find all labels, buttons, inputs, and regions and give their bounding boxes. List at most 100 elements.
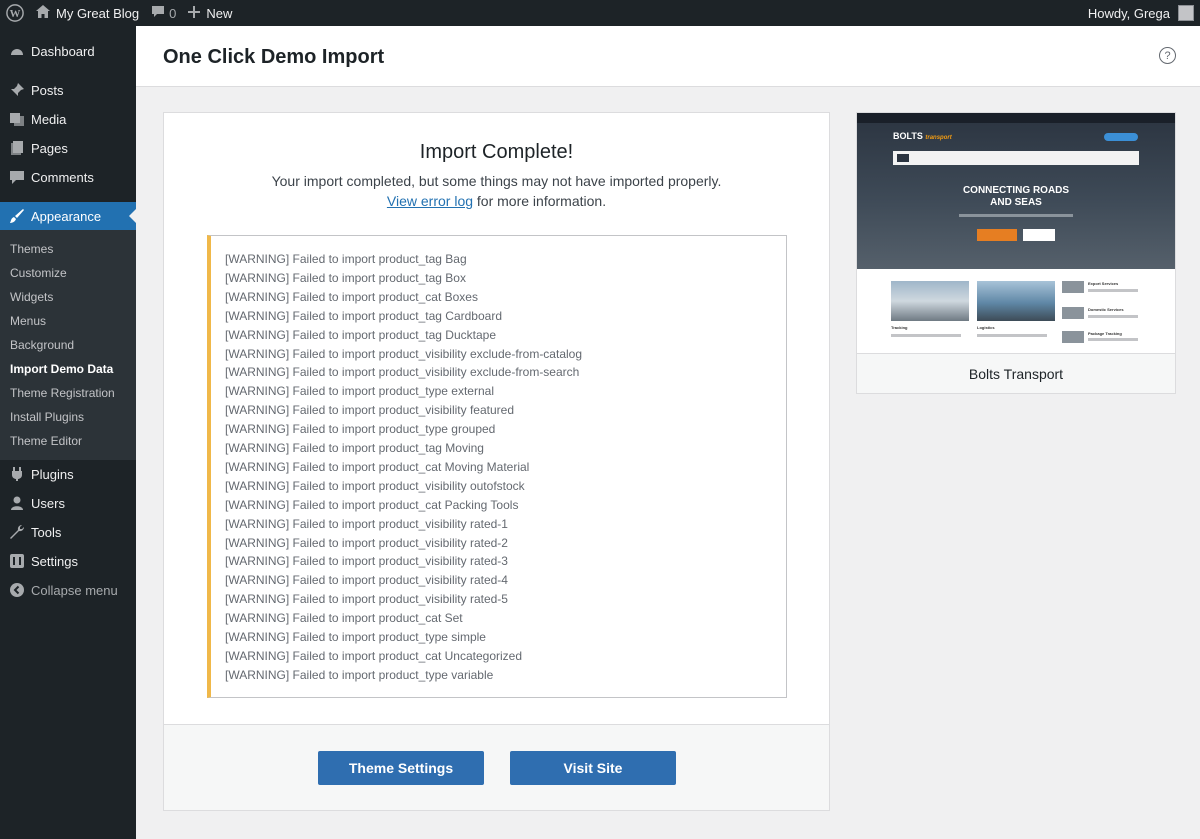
menu-item-label: Media <box>31 111 67 127</box>
log-line: [WARNING] Failed to import product_tag B… <box>225 270 466 285</box>
menu-item-label: Pages <box>31 140 68 156</box>
log-line: [WARNING] Failed to import product_visib… <box>225 592 508 607</box>
preview-service-tracking: Package Tracking <box>1088 331 1122 336</box>
my-account-link[interactable]: Howdy, Grega <box>1082 0 1200 26</box>
page-title: One Click Demo Import <box>163 46 385 68</box>
user-icon <box>9 495 25 511</box>
wordpress-logo-icon[interactable]: W <box>0 0 30 26</box>
error-log-suffix: for more information. <box>473 193 607 209</box>
log-line: [WARNING] Failed to import product_visib… <box>225 573 508 588</box>
theme-name: Bolts Transport <box>857 353 1175 393</box>
preview-topbar <box>857 113 1175 123</box>
submenu-item-import-demo-data[interactable]: Import Demo Data <box>10 362 113 376</box>
error-log-line: View error log for more information. <box>164 193 829 209</box>
submenu-item-theme-editor[interactable]: Theme Editor <box>10 434 82 448</box>
plugin-icon <box>9 466 25 482</box>
preview-text-line <box>977 334 1047 337</box>
preview-caption-logistics: Logistics <box>977 325 995 330</box>
log-line: [WARNING] Failed to import product_cat S… <box>225 611 463 626</box>
menu-item-appearance[interactable]: Appearance <box>0 202 136 230</box>
log-line: [WARNING] Failed to import product_tag B… <box>225 252 467 266</box>
menu-item-media[interactable]: Media <box>0 105 136 133</box>
menu-item-label: Posts <box>31 82 64 98</box>
menu-item-dashboard[interactable]: Dashboard <box>0 37 136 65</box>
settings-icon <box>9 553 25 569</box>
preview-text-line <box>1088 315 1138 318</box>
log-line: [WARNING] Failed to import product_tag C… <box>225 308 503 323</box>
card-footer: Theme Settings Visit Site <box>164 724 829 810</box>
preview-headline-line1: CONNECTING ROADS <box>962 185 1070 196</box>
submenu-item-customize[interactable]: Customize <box>10 266 67 280</box>
menu-item-settings[interactable]: Settings <box>0 547 136 575</box>
preview-logo-main: BOLTS <box>893 131 923 141</box>
site-name-link[interactable]: My Great Blog <box>30 0 145 26</box>
collapse-label: Collapse menu <box>31 582 118 598</box>
preview-headline-line2: AND SEAS <box>990 197 1042 208</box>
theme-preview-card: BOLTS transport CONNECTING ROADS AND SEA… <box>856 112 1176 394</box>
import-complete-heading: Import Complete! <box>419 141 574 163</box>
preview-truck-image <box>891 281 969 321</box>
menu-item-posts[interactable]: Posts <box>0 76 136 104</box>
comment-bubble-icon <box>151 5 165 21</box>
admin-bar: W My Great Blog 0 New Howdy, Grega <box>0 0 1200 26</box>
import-log-box: [WARNING] Failed to import product_tag B… <box>207 235 787 698</box>
log-line: [WARNING] Failed to import product_visib… <box>225 516 508 531</box>
preview-service-domestic: Domestic Services <box>1088 307 1124 312</box>
log-line: [WARNING] Failed to import product_type … <box>225 384 494 399</box>
site-name: My Great Blog <box>56 5 140 21</box>
preview-contact-pill <box>1104 133 1138 141</box>
log-line: [WARNING] Failed to import product_visib… <box>225 535 508 550</box>
menu-item-label: Appearance <box>31 208 102 224</box>
brush-icon <box>9 208 25 224</box>
menu-item-label: Tools <box>31 524 62 540</box>
menu-item-label: Users <box>31 495 65 511</box>
menu-item-tools[interactable]: Tools <box>0 518 136 546</box>
submenu-item-widgets[interactable]: Widgets <box>10 290 53 304</box>
preview-logo: BOLTS transport <box>893 131 952 141</box>
log-line: [WARNING] Failed to import product_visib… <box>225 346 583 361</box>
submenu-item-install-plugins[interactable]: Install Plugins <box>10 410 84 424</box>
preview-text-line <box>1088 338 1138 341</box>
svg-text:W: W <box>10 8 21 20</box>
comment-icon <box>9 169 25 185</box>
submenu-item-background[interactable]: Background <box>10 338 74 352</box>
menu-item-users[interactable]: Users <box>0 489 136 517</box>
import-result-card: Import Complete! Your import completed, … <box>163 112 830 811</box>
preview-port-image <box>977 281 1055 321</box>
visit-site-button[interactable]: Visit Site <box>510 751 676 785</box>
log-line: [WARNING] Failed to import product_cat U… <box>225 648 523 663</box>
menu-item-pages[interactable]: Pages <box>0 134 136 162</box>
menu-item-label: Comments <box>31 169 94 185</box>
import-message: Your import completed, but some things m… <box>271 173 722 189</box>
menu-item-label: Settings <box>31 553 78 569</box>
theme-settings-button[interactable]: Theme Settings <box>318 751 484 785</box>
pin-icon <box>9 82 25 98</box>
preview-service-thumb <box>1062 307 1084 319</box>
collapse-menu-button[interactable]: Collapse menu <box>0 576 136 604</box>
submenu-item-theme-registration[interactable]: Theme Registration <box>10 386 115 400</box>
preview-nav <box>893 151 1139 165</box>
media-icon <box>9 111 25 127</box>
theme-screenshot: BOLTS transport CONNECTING ROADS AND SEA… <box>857 113 1175 353</box>
preview-secondary-button <box>1023 229 1055 241</box>
preview-subtext <box>959 214 1073 217</box>
home-icon <box>36 5 50 21</box>
page-header: One Click Demo Import ? <box>136 26 1200 87</box>
plus-icon <box>188 5 201 21</box>
new-content-link[interactable]: New <box>182 0 238 26</box>
view-error-log-link[interactable]: View error log <box>387 193 473 209</box>
submenu-item-themes[interactable]: Themes <box>10 242 53 256</box>
log-line: [WARNING] Failed to import product_visib… <box>225 403 514 418</box>
preview-hero: BOLTS transport CONNECTING ROADS AND SEA… <box>857 113 1175 269</box>
menu-item-label: Plugins <box>31 466 74 482</box>
log-line: [WARNING] Failed to import product_type … <box>225 630 486 644</box>
log-line: [WARNING] Failed to import product_visib… <box>225 554 508 569</box>
submenu-item-menus[interactable]: Menus <box>10 314 46 328</box>
menu-item-plugins[interactable]: Plugins <box>0 460 136 488</box>
menu-item-comments[interactable]: Comments <box>0 163 136 191</box>
help-icon[interactable]: ? <box>1159 47 1176 64</box>
comments-link[interactable]: 0 <box>145 0 182 26</box>
preview-service-export: Export Services <box>1088 281 1119 286</box>
menu-item-label: Dashboard <box>31 43 95 59</box>
log-line: [WARNING] Failed to import product_type … <box>225 422 496 437</box>
